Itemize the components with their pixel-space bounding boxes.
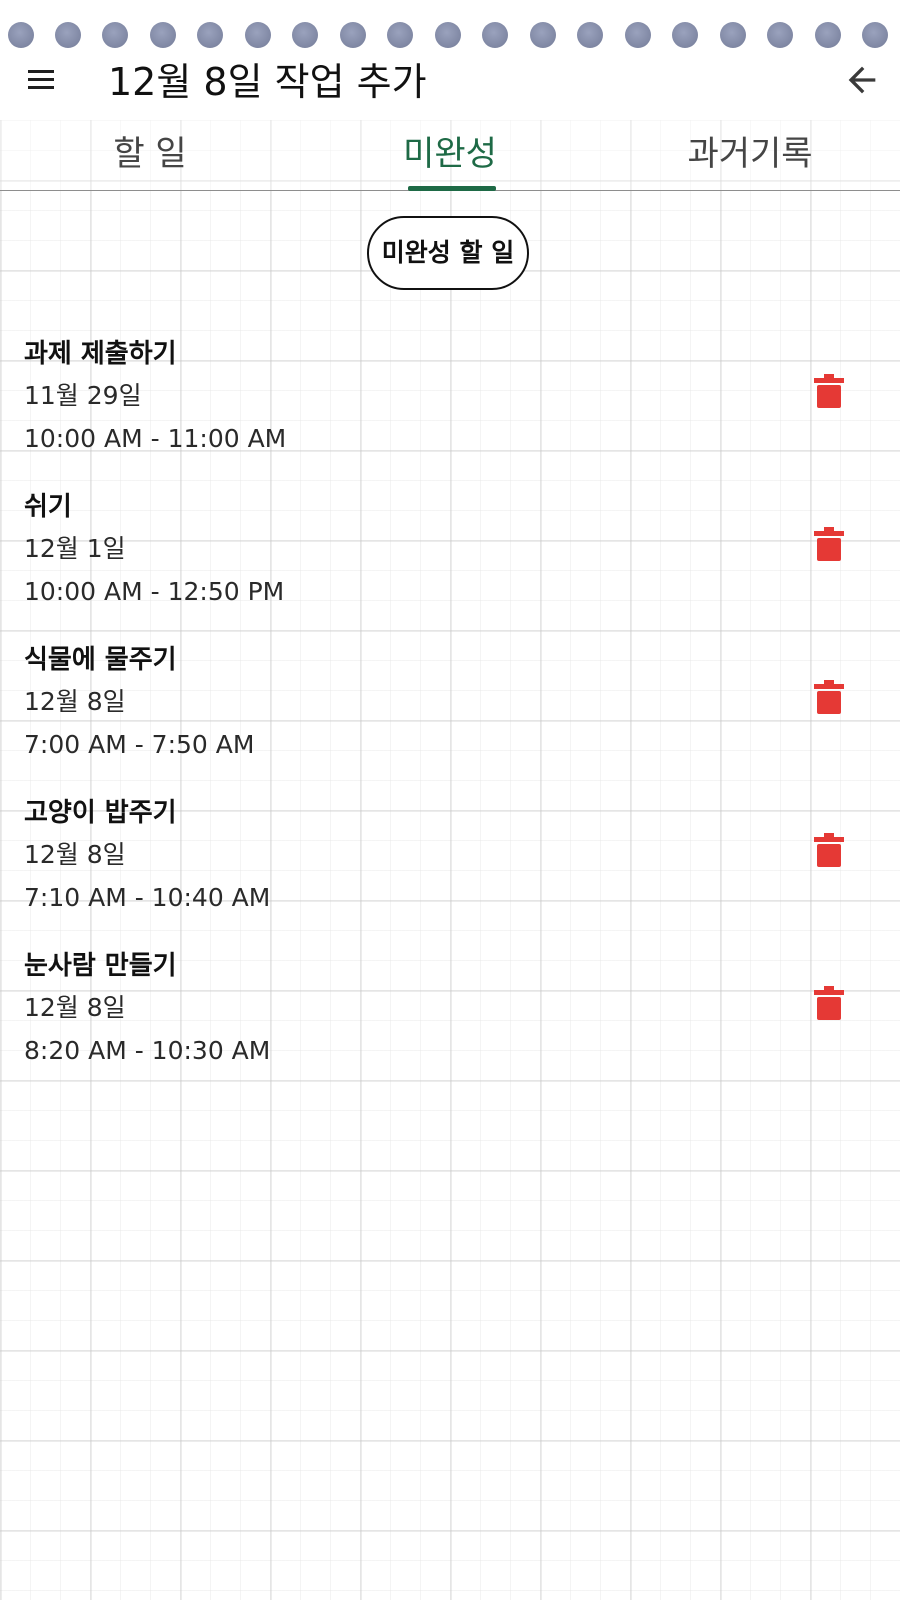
- task-item: 눈사람 만들기 12월 8일 8:20 AM - 10:30 AM: [0, 946, 900, 1096]
- binding-ring: [767, 22, 793, 48]
- tab-todo[interactable]: 할 일: [0, 120, 300, 190]
- task-time-range: 7:10 AM - 10:40 AM: [24, 883, 271, 912]
- task-time-range: 7:00 AM - 7:50 AM: [24, 730, 255, 759]
- task-time-range: 10:00 AM - 11:00 AM: [24, 424, 287, 453]
- task-item: 쉬기 12월 1일 10:00 AM - 12:50 PM: [0, 487, 900, 637]
- task-title: 과제 제출하기: [24, 339, 177, 369]
- tab-incomplete[interactable]: 미완성: [300, 120, 600, 191]
- binding-ring: [102, 22, 128, 48]
- task-time-range: 10:00 AM - 12:50 PM: [24, 577, 285, 606]
- task-date: 12월 1일: [24, 534, 126, 563]
- task-time-range: 8:20 AM - 10:30 AM: [24, 1036, 271, 1065]
- binding-ring: [150, 22, 176, 48]
- task-title: 고양이 밥주기: [24, 798, 177, 828]
- task-title: 쉬기: [24, 492, 72, 522]
- binding-ring: [55, 22, 81, 48]
- binding-ring: [340, 22, 366, 48]
- binding-ring: [435, 22, 461, 48]
- task-title: 식물에 물주기: [24, 645, 177, 675]
- binding-ring: [197, 22, 223, 48]
- app-bar: 12월 8일 작업 추가: [0, 48, 900, 120]
- tab-history[interactable]: 과거기록: [600, 120, 900, 190]
- task-date: 12월 8일: [24, 687, 126, 716]
- binding-ring: [8, 22, 34, 48]
- trash-icon[interactable]: [814, 527, 844, 561]
- binding-ring: [482, 22, 508, 48]
- task-date: 11월 29일: [24, 381, 142, 410]
- binding-ring: [625, 22, 651, 48]
- arrow-left-icon[interactable]: [842, 60, 882, 100]
- binding-ring: [815, 22, 841, 48]
- binding-ring: [577, 22, 603, 48]
- task-item: 과제 제출하기 11월 29일 10:00 AM - 11:00 AM: [0, 334, 900, 484]
- task-date: 12월 8일: [24, 840, 126, 869]
- task-item: 식물에 물주기 12월 8일 7:00 AM - 7:50 AM: [0, 640, 900, 790]
- task-date: 12월 8일: [24, 993, 126, 1022]
- tab-bar: 할 일 미완성 과거기록: [0, 120, 900, 191]
- binding-ring: [387, 22, 413, 48]
- binding-ring: [862, 22, 888, 48]
- page-title: 12월 8일 작업 추가: [108, 60, 427, 104]
- binding-ring: [720, 22, 746, 48]
- hamburger-menu-icon[interactable]: [26, 68, 56, 92]
- binding-ring: [245, 22, 271, 48]
- binding-ring: [530, 22, 556, 48]
- trash-icon[interactable]: [814, 680, 844, 714]
- section-label-incomplete-tasks: 미완성 할 일: [367, 216, 529, 290]
- trash-icon[interactable]: [814, 833, 844, 867]
- trash-icon[interactable]: [814, 986, 844, 1020]
- binding-ring: [292, 22, 318, 48]
- trash-icon[interactable]: [814, 374, 844, 408]
- binding-ring: [672, 22, 698, 48]
- task-item: 고양이 밥주기 12월 8일 7:10 AM - 10:40 AM: [0, 793, 900, 943]
- task-title: 눈사람 만들기: [24, 951, 177, 981]
